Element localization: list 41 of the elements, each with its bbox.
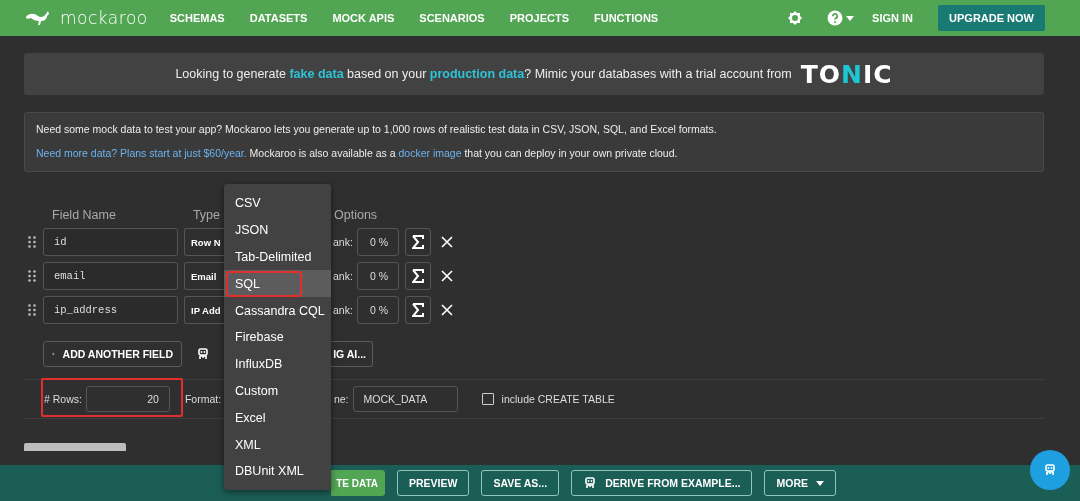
info-link[interactable]: Need more data? Plans start at just $60/year. <box>36 147 247 159</box>
field-name-header: Field Name <box>52 208 116 222</box>
format-option[interactable]: JSON <box>224 216 331 244</box>
add-field-button[interactable]: ADD ANOTHER FIELD <box>43 341 182 367</box>
banner-text: Looking to generate fake data based on your production data? Mimic your databases with a trial account from <box>175 67 792 81</box>
blank-label: ank: <box>333 270 354 282</box>
footer-button[interactable]: PREVIEW <box>397 470 470 496</box>
upgrade-button[interactable]: UPGRADE NOW <box>938 5 1045 31</box>
format-option[interactable]: Firebase <box>224 324 331 351</box>
footer-button[interactable]: SAVE AS... <box>481 470 560 496</box>
format-option[interactable]: XML <box>224 431 331 458</box>
blank-percent-input[interactable]: 0 % <box>357 262 399 290</box>
field-name-input[interactable]: id <box>43 228 178 256</box>
blank-label: ank: <box>333 304 354 316</box>
more-button[interactable]: MORE <box>764 470 836 496</box>
rows-label: # Rows: <box>44 393 82 405</box>
blank-label: ank: <box>333 236 354 248</box>
rows-input[interactable]: 20 <box>85 386 170 412</box>
format-option[interactable]: DBUnit XML <box>224 457 331 485</box>
format-option[interactable]: Cassandra CQL <box>224 297 331 324</box>
table-name-label: ne: <box>333 393 349 405</box>
table-name-input[interactable]: MOCK_DATA <box>352 386 458 412</box>
format-option[interactable]: CSV <box>224 190 331 217</box>
info-text: Need some mock data to test your app? Mockaroo lets you generate up to 1,000 rows of realistic test data in CSV, JSON, SQL, and Excel formats. <box>36 123 718 135</box>
field-name-input[interactable]: ip_address <box>43 296 178 324</box>
format-option[interactable]: SQL <box>224 270 331 298</box>
derive-button[interactable]: DERIVE FROM EXAMPLE... <box>571 470 753 496</box>
field-name-input[interactable]: email <box>43 262 178 290</box>
format-option[interactable]: InfluxDB <box>224 350 331 378</box>
format-label: Format: <box>184 393 223 405</box>
format-option[interactable]: Excel <box>224 404 331 432</box>
tonic-logo[interactable]: TONIC <box>800 59 893 89</box>
options-header: Options <box>334 208 378 222</box>
type-header: Type <box>192 208 221 222</box>
format-option[interactable]: Custom <box>224 377 331 405</box>
info-text: Need more data? Plans start at just $60/year. Mockaroo is also available as a docker image that you can deploy in your own private cloud. <box>36 147 679 159</box>
info-link[interactable]: docker image <box>398 147 462 159</box>
format-option[interactable]: Tab-Delimited <box>224 243 331 271</box>
checkbox-label[interactable]: include CREATE TABLE <box>501 393 615 405</box>
blank-percent-input[interactable]: 0 % <box>357 228 399 256</box>
blank-percent-input[interactable]: 0 % <box>357 296 399 324</box>
